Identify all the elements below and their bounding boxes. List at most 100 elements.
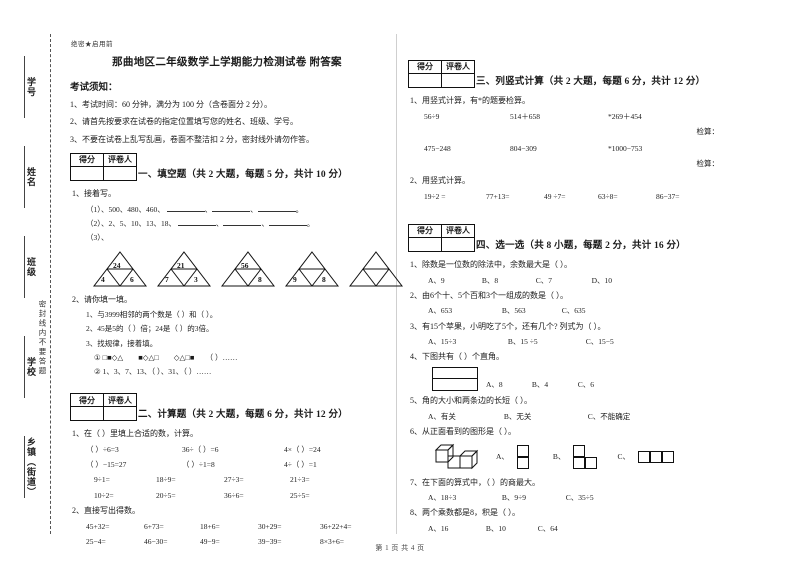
- triangle-left-value: 9: [293, 274, 297, 284]
- calc-expression[interactable]: （ ）−15=27: [86, 459, 182, 470]
- calc-expression[interactable]: 20÷5=: [156, 490, 224, 501]
- option-b[interactable]: B、563: [502, 305, 560, 316]
- choice-options: A、16 B、10 C、64: [428, 523, 765, 534]
- answer-blank[interactable]: [212, 210, 251, 212]
- option-c[interactable]: C、635: [562, 305, 586, 316]
- option-b-label[interactable]: B、: [553, 451, 566, 462]
- option-c[interactable]: C、6: [578, 379, 594, 390]
- grader-label: 评卷人: [103, 153, 137, 168]
- seal-field-label: 学校: [26, 357, 36, 377]
- option-b[interactable]: B、9÷9: [502, 492, 564, 503]
- score-cell[interactable]: [70, 406, 104, 422]
- vertical-calc-expression[interactable]: 804−309: [510, 143, 608, 154]
- vertical-calc-expression[interactable]: 77+13=: [486, 191, 544, 202]
- grader-cell[interactable]: [441, 236, 475, 252]
- triangle-right-value: 6: [130, 274, 134, 284]
- option-c[interactable]: C、15−5: [586, 336, 614, 347]
- fill-blank-item: （1）、500、480、460、 、、。: [86, 204, 304, 214]
- calc-expression[interactable]: 10÷2=: [94, 490, 156, 501]
- answer-blank[interactable]: [257, 210, 296, 212]
- option-c[interactable]: C、7: [536, 275, 590, 286]
- vertical-calc-expression[interactable]: 63÷8=: [598, 191, 656, 202]
- view-option-b-shape[interactable]: [573, 444, 598, 469]
- vertical-calc-expression[interactable]: *1000−753: [608, 143, 642, 154]
- calc-expression[interactable]: 36÷6=: [224, 490, 290, 501]
- option-a[interactable]: A、9: [428, 275, 480, 286]
- calc-row: 475−248 804−309 *1000−753: [424, 143, 765, 154]
- option-a[interactable]: A、有关: [428, 411, 502, 422]
- section-title-2: 二、计算题（共 2 大题，每题 6 分，共计 12 分）: [138, 410, 348, 421]
- calc-expression[interactable]: 36÷（ ）=6: [182, 444, 284, 455]
- score-box: 得分 评卷人: [408, 60, 475, 88]
- vertical-calc-expression[interactable]: 49 ÷7=: [544, 191, 598, 202]
- rectangle-figure-row: A、8 B、4 C、6: [432, 367, 765, 392]
- triangle-top-value: 24: [113, 260, 121, 270]
- option-b[interactable]: B、15 ÷5: [508, 336, 584, 347]
- section-title-1: 一、填空题（共 2 大题，每题 5 分，共计 10 分）: [138, 170, 348, 181]
- calc-expression[interactable]: 18+6=: [200, 521, 258, 532]
- calc-expression[interactable]: （ ）÷6=3: [86, 444, 182, 455]
- calc-expression[interactable]: 9÷1=: [94, 474, 156, 485]
- notice-title: 考试须知：: [70, 83, 118, 93]
- notice-item: 2、请首先按要求在试卷的指定位置填写您的姓名、班级、学号。: [70, 117, 298, 127]
- answer-blank[interactable]: [166, 210, 205, 212]
- calc-expression[interactable]: 4÷（ ）=1: [284, 459, 317, 470]
- page-title: 那曲地区二年级数学上学期能力检测试卷 附答案: [112, 57, 342, 68]
- option-a[interactable]: A、653: [428, 305, 500, 316]
- page-footer: 第 1 页 共 4 页: [375, 544, 425, 552]
- calc-expression[interactable]: 4×（ ）=24: [284, 444, 321, 455]
- calc-expression[interactable]: 27÷3=: [224, 474, 290, 485]
- vertical-calc-expression[interactable]: *269＋454: [608, 111, 642, 122]
- right-column: 得分 评卷人 三、列竖式计算（共 2 大题，每题 6 分，共计 12 分） 1、…: [400, 0, 775, 565]
- calc-expression[interactable]: （ ）÷1=8: [182, 459, 284, 470]
- choice-options: A、15÷3 B、15 ÷5 C、15−5: [428, 336, 765, 347]
- grader-cell[interactable]: [103, 166, 137, 182]
- calc-expression[interactable]: 25÷5=: [290, 490, 310, 501]
- triangle-left-value: 4: [101, 274, 105, 284]
- triangle-right-value: 3: [194, 274, 198, 284]
- option-b[interactable]: B、4: [532, 379, 576, 390]
- score-cell[interactable]: [408, 236, 442, 252]
- answer-blank[interactable]: [223, 225, 262, 227]
- calc-expression[interactable]: 21÷3=: [290, 474, 310, 485]
- option-b[interactable]: B、无关: [504, 411, 586, 422]
- calc-row: 56÷9 514＋658 *269＋454: [424, 111, 765, 122]
- view-option-a-shape[interactable]: [516, 444, 529, 469]
- seal-field-school: 学校: [12, 336, 38, 398]
- vertical-calc-expression[interactable]: 56÷9: [424, 111, 510, 122]
- triangle-icon: [348, 250, 404, 287]
- grid-cell: [649, 450, 662, 463]
- score-cell[interactable]: [70, 166, 104, 182]
- option-a[interactable]: A、16: [428, 523, 484, 534]
- option-c[interactable]: C、64: [538, 523, 558, 534]
- vertical-calc-expression[interactable]: 19÷2 =: [424, 191, 486, 202]
- grader-cell[interactable]: [103, 406, 137, 422]
- vertical-calc-expression[interactable]: 86−37=: [656, 191, 679, 202]
- option-c[interactable]: C、不能确定: [588, 411, 631, 422]
- option-a[interactable]: A、15÷3: [428, 336, 506, 347]
- option-a[interactable]: A、18÷3: [428, 492, 500, 503]
- score-cell[interactable]: [408, 73, 442, 88]
- calc-expression[interactable]: 45+32=: [86, 521, 144, 532]
- seal-field-town: 乡镇（街道）: [12, 436, 38, 498]
- option-b[interactable]: B、8: [482, 275, 534, 286]
- view-option-c-shape[interactable]: [637, 450, 674, 463]
- answer-blank[interactable]: [177, 225, 216, 227]
- option-c[interactable]: C、35÷5: [566, 492, 594, 503]
- calc-expression[interactable]: 18÷9=: [156, 474, 224, 485]
- choice-question-stem: 7、在下面的算式中，（ ）的商最大。: [410, 477, 540, 487]
- calc-expression[interactable]: 6+73=: [144, 521, 200, 532]
- option-c-label[interactable]: C、: [617, 451, 630, 462]
- option-a-label[interactable]: A、: [496, 451, 509, 462]
- calc-expression[interactable]: 36+22+4=: [320, 521, 351, 532]
- fill-blank-item: 2、45是5的（ ）倍；24是（ ）的3倍。: [86, 324, 214, 334]
- option-d[interactable]: D、10: [592, 275, 612, 286]
- vertical-calc-expression[interactable]: 514＋658: [510, 111, 608, 122]
- option-a[interactable]: A、8: [486, 379, 530, 390]
- grader-cell[interactable]: [441, 73, 475, 88]
- answer-blank[interactable]: [268, 225, 307, 227]
- triangle-figure: 21 7 3: [156, 250, 212, 288]
- option-b[interactable]: B、10: [486, 523, 536, 534]
- calc-expression[interactable]: 30+29=: [258, 521, 320, 532]
- vertical-calc-expression[interactable]: 475−248: [424, 143, 510, 154]
